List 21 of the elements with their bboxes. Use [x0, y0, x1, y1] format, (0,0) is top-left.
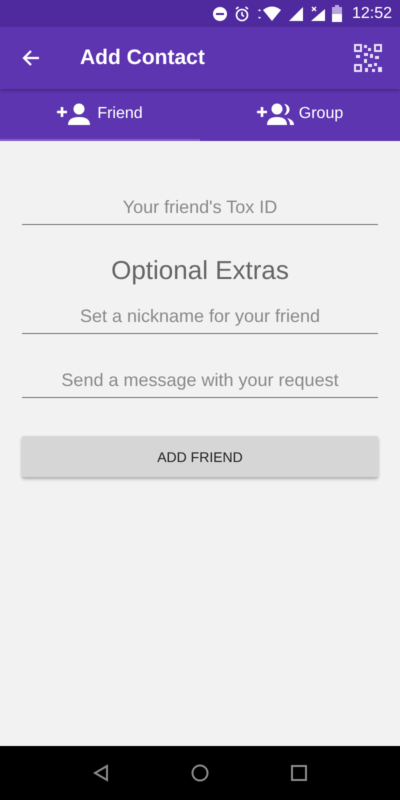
tox-id-field[interactable]: Your friend's Tox ID: [22, 193, 378, 225]
screen-title: Add Contact: [80, 46, 206, 70]
recents-icon[interactable]: [291, 765, 307, 781]
clock-time: 12:52: [352, 4, 392, 22]
alarm-icon: [234, 6, 250, 22]
add-group-icon: [256, 103, 295, 125]
battery-icon: [332, 5, 342, 22]
do-not-disturb-icon: [212, 6, 228, 22]
tab[interactable]: Friend: [0, 89, 200, 141]
signal-icon: [288, 6, 304, 22]
back-icon[interactable]: [93, 764, 109, 782]
home-icon[interactable]: [191, 764, 209, 782]
back-arrow-icon[interactable]: [22, 49, 40, 67]
input-field[interactable]: Send a message with your request: [22, 366, 378, 398]
input-field[interactable]: Set a nickname for your friend: [22, 302, 378, 334]
add-friend-button[interactable]: ADD FRIEND: [22, 436, 378, 477]
section-heading: Optional Extras: [110, 255, 290, 286]
tab[interactable]: Group: [200, 89, 400, 141]
no-signal-icon: [310, 6, 326, 22]
qr-code-icon[interactable]: [354, 44, 382, 72]
wifi-icon: [256, 6, 282, 22]
